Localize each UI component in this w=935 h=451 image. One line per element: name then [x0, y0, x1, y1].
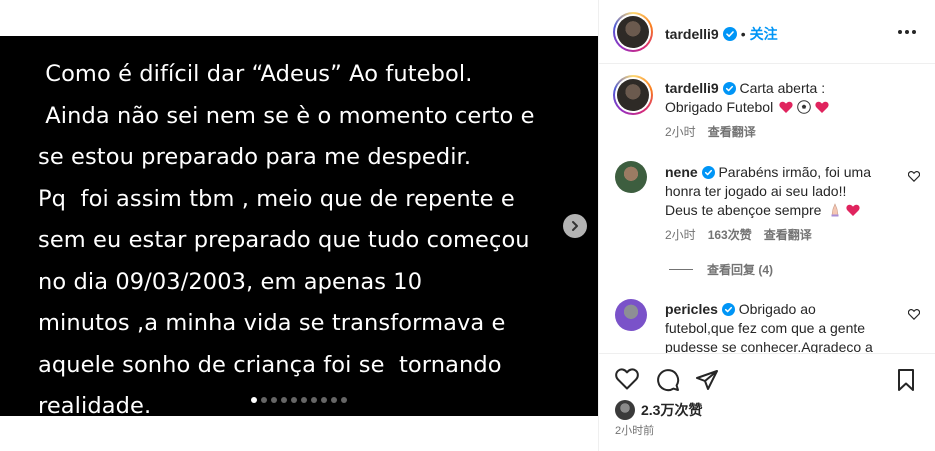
separator: • [740, 26, 746, 42]
avatar[interactable] [613, 12, 653, 52]
avatar[interactable] [615, 161, 647, 193]
side-panel: tardelli9 • 关注 tardelli9 Carta aberta: … [598, 0, 935, 451]
replies-divider [669, 269, 693, 270]
media-text-line: aquele sonho de criança foi se tornando [38, 351, 502, 378]
comment-username[interactable]: nene [665, 164, 698, 180]
bookmark-icon[interactable] [895, 368, 917, 392]
media-text-line: se estou preparado para me despedir. [38, 144, 472, 170]
view-replies-button[interactable]: 查看回复 (4) [669, 261, 773, 278]
share-icon[interactable] [695, 368, 719, 392]
carousel-dot [281, 397, 287, 403]
media-text-line: no dia 09/03/2003, em apenas 10 [38, 268, 423, 295]
translate-link[interactable]: 查看翻译 [764, 226, 812, 243]
carousel-dot [341, 397, 347, 403]
likes-summary[interactable]: 2.3万次赞 [615, 400, 702, 420]
verified-icon [721, 303, 735, 316]
comments-list[interactable]: tardelli9 Carta aberta : Obrigado Futebo… [599, 65, 935, 353]
replies-label: 查看回复 (4) [707, 263, 774, 277]
media-text-line: Como é difícil dar “Adeus” Ao futebol. [38, 61, 473, 87]
like-comment-icon[interactable] [908, 171, 920, 182]
comment-time[interactable]: 2小时 [665, 226, 696, 243]
comment-text: futebol,que fez com que a gente [665, 320, 866, 336]
next-slide-button[interactable] [563, 214, 587, 238]
carousel-dots [251, 397, 347, 403]
comment-text: Deus te abençoe sempre [665, 202, 822, 218]
carousel-dot [301, 397, 307, 403]
comment-body: pericles Obrigado ao futebol,que fez com… [665, 300, 897, 353]
carousel-dot [251, 397, 257, 403]
post-time[interactable]: 2小时前 [615, 422, 654, 438]
comment-text: Parabéns irmão, foi uma [718, 164, 871, 180]
follow-button[interactable]: 关注 [750, 24, 778, 44]
header-user: tardelli9 • 关注 [665, 24, 778, 44]
avatar[interactable] [613, 75, 653, 115]
comment-likes[interactable]: 163次赞 [708, 226, 752, 243]
comment-username[interactable]: pericles [665, 301, 718, 317]
verified-icon [701, 166, 715, 179]
praying-hands-icon [831, 203, 839, 217]
post-actions: 2.3万次赞 2小时前 [599, 353, 935, 451]
verified-icon [722, 82, 736, 95]
media-text-line: Pq foi assim tbm , meio que de repente e [38, 185, 515, 212]
more-options-button[interactable] [895, 22, 919, 42]
red-heart-icon [846, 204, 860, 216]
caption-body: tardelli9 Carta aberta : Obrigado Futebo… [665, 79, 897, 117]
red-heart-icon [779, 101, 793, 113]
caption-username[interactable]: tardelli9 [665, 80, 719, 96]
post-media[interactable]: Como é difícil dar “Adeus” Ao futebol. A… [0, 36, 598, 416]
media-text-line: sem eu estar preparado que tudo começou [38, 227, 530, 253]
red-heart-icon [815, 101, 829, 113]
comment-icon[interactable] [656, 368, 680, 392]
avatar [615, 400, 635, 420]
media-text-line: Ainda não sei nem se è o momento certo e [38, 102, 535, 129]
comment-meta: 2小时 163次赞 查看翻译 [665, 226, 812, 243]
media-backdrop [0, 416, 598, 451]
comment-text: Obrigado ao [738, 301, 816, 317]
comment-body: nene Parabéns irmão, foi uma honra ter j… [665, 163, 897, 220]
translate-link[interactable]: 查看翻译 [708, 123, 756, 140]
carousel-dot [331, 397, 337, 403]
carousel-dot [271, 397, 277, 403]
chevron-right-icon [572, 221, 578, 231]
soccer-ball-icon [797, 100, 811, 114]
caption-text: Carta aberta : [739, 80, 826, 96]
caption-text: Obrigado Futebol [665, 99, 774, 115]
header-username[interactable]: tardelli9 [665, 26, 719, 42]
more-icon [898, 30, 902, 34]
verified-icon [722, 27, 737, 41]
media-text-line: minutos ,a minha vida se transformava e [38, 310, 506, 336]
carousel-dot [311, 397, 317, 403]
avatar[interactable] [615, 299, 647, 331]
comment-text: pudesse se conhecer.Agradeco a [665, 339, 873, 353]
carousel-dot [291, 397, 297, 403]
carousel-dot [321, 397, 327, 403]
heart-icon[interactable] [615, 368, 639, 390]
likes-count: 2.3万次赞 [641, 402, 703, 418]
carousel-dot [261, 397, 267, 403]
media-text: Como é difícil dar “Adeus” Ao futebol. A… [38, 54, 578, 416]
caption-meta: 2小时 查看翻译 [665, 123, 756, 140]
post-dialog: Como é difícil dar “Adeus” Ao futebol. A… [0, 0, 935, 451]
caption-time[interactable]: 2小时 [665, 123, 696, 140]
comment-text: honra ter jogado ai seu lado!! [665, 183, 847, 199]
like-comment-icon[interactable] [908, 309, 920, 320]
post-header: tardelli9 • 关注 [599, 0, 935, 64]
